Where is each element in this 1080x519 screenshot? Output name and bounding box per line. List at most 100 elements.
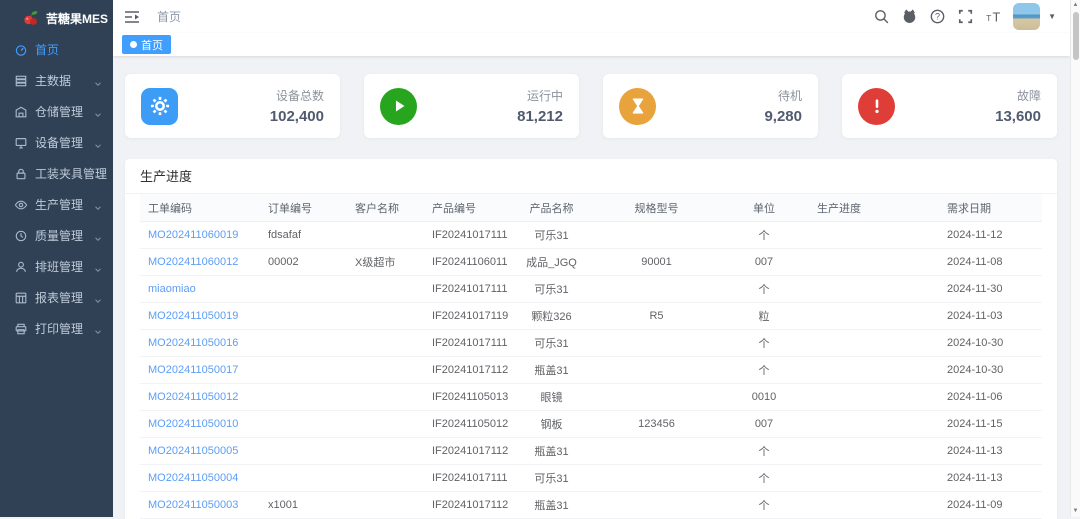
equipment-icon (14, 136, 28, 150)
work-order-link[interactable]: MO202411050010 (140, 418, 260, 430)
question-icon[interactable]: ? (929, 8, 946, 25)
product-name-cell: 瓶盖31 (509, 362, 594, 378)
table-row[interactable]: MO202411050003 x1001 IF20241017112 瓶盖31 … (140, 492, 1042, 519)
app-logo: 苦糖果MES (0, 0, 113, 34)
tag-active-dot (130, 41, 137, 48)
product-code-cell: IF20241017111 (424, 283, 509, 295)
svg-text:T: T (993, 9, 1001, 24)
chevron-down-icon (93, 324, 103, 334)
search-icon[interactable] (873, 8, 890, 25)
chevron-down-icon (93, 107, 103, 117)
table-row[interactable]: MO202411060019 fdsafaf IF20241017111 可乐3… (140, 222, 1042, 249)
customer-cell: X级超市 (347, 254, 424, 270)
progress-cell: 0% (809, 472, 939, 484)
table-row[interactable]: MO202411050016 IF20241017111 可乐31 个 0% 2… (140, 330, 1042, 357)
product-code-cell: IF20241017111 (424, 229, 509, 241)
eye-icon (14, 198, 28, 212)
unit-cell: 粒 (719, 308, 809, 324)
table-row[interactable]: MO202411050004 IF20241017111 可乐31 个 0% 2… (140, 465, 1042, 492)
stat-card[interactable]: 设备总数 102,400 (125, 74, 340, 138)
sidebar-item-scheduling[interactable]: 排班管理 (0, 251, 113, 282)
stat-card[interactable]: 运行中 81,212 (364, 74, 579, 138)
github-icon[interactable] (901, 8, 918, 25)
product-code-cell: IF20241017112 (424, 499, 509, 511)
due-date-cell: 2024-11-03 (939, 310, 1042, 322)
main-area: 首页 ?TT ▼ 首页 设备总数 102,400 运行中 81,212 待 (113, 0, 1070, 517)
tag-home[interactable]: 首页 (122, 35, 171, 54)
column-header: 产品编号 (424, 200, 509, 216)
due-date-cell: 2024-10-30 (939, 364, 1042, 376)
work-order-link[interactable]: MO202411050017 (140, 364, 260, 376)
unit-cell: 个 (719, 443, 809, 459)
sidebar-item-equipment[interactable]: 设备管理 (0, 127, 113, 158)
progress-cell: 0% (809, 256, 939, 268)
sidebar-item-home[interactable]: 首页 (0, 34, 113, 65)
fullscreen-icon[interactable] (957, 8, 974, 25)
top-header: 首页 ? TT ▼ (113, 0, 1070, 33)
scrollbar-thumb[interactable] (1073, 12, 1079, 60)
work-order-link[interactable]: MO202411050003 (140, 499, 260, 511)
spec-cell: R5 (594, 310, 719, 322)
work-order-link[interactable]: MO202411060019 (140, 229, 260, 241)
table-row[interactable]: MO202411050012 IF20241105013 眼镜 0010 0% … (140, 384, 1042, 411)
work-order-link[interactable]: MO202411050004 (140, 472, 260, 484)
due-date-cell: 2024-11-30 (939, 283, 1042, 295)
sidebar-item-production[interactable]: 生产管理 (0, 189, 113, 220)
play-icon (380, 88, 417, 125)
hourglass-icon (619, 88, 656, 125)
product-name-cell: 颗粒326 (509, 308, 594, 324)
stat-value: 13,600 (995, 108, 1041, 125)
breadcrumb: 首页 (157, 8, 181, 25)
chevron-down-icon (93, 76, 103, 86)
sidebar-collapse-icon[interactable] (123, 8, 141, 26)
user-icon (14, 260, 28, 274)
sidebar-item-print[interactable]: 打印管理 (0, 313, 113, 344)
unit-cell: 个 (719, 227, 809, 243)
work-order-link[interactable]: MO202411050019 (140, 310, 260, 322)
table-row[interactable]: miaomiao IF20241017111 可乐31 个 0% 2024-11… (140, 276, 1042, 303)
sidebar-item-fixture[interactable]: 工装夹具管理 (0, 158, 113, 189)
column-header: 产品名称 (509, 200, 594, 216)
sidebar-item-masterdata[interactable]: 主数据 (0, 65, 113, 96)
product-code-cell: IF20241105013 (424, 391, 509, 403)
production-progress-panel: 生产进度 工单编码订单编号客户名称产品编号产品名称规格型号单位生产进度需求日期 … (125, 159, 1057, 519)
sidebar-item-warehouse[interactable]: 仓储管理 (0, 96, 113, 127)
font-size-icon[interactable]: TT (985, 8, 1002, 25)
warehouse-icon (14, 105, 28, 119)
column-header: 客户名称 (347, 200, 424, 216)
stat-card[interactable]: 待机 9,280 (603, 74, 818, 138)
sidebar-item-quality[interactable]: 质量管理 (0, 220, 113, 251)
tags-bar: 首页 (113, 33, 1070, 56)
stat-card[interactable]: 故障 13,600 (842, 74, 1057, 138)
table-row[interactable]: MO202411050010 IF20241105012 钢板 123456 0… (140, 411, 1042, 438)
column-header: 单位 (719, 200, 809, 216)
unit-cell: 007 (719, 418, 809, 430)
chevron-down-icon (93, 262, 103, 272)
sidebar-item-report[interactable]: 报表管理 (0, 282, 113, 313)
progress-cell: 0% (809, 445, 939, 457)
work-order-link[interactable]: miaomiao (140, 283, 260, 295)
scroll-down-icon[interactable]: ▼ (1071, 508, 1080, 514)
user-avatar[interactable] (1013, 3, 1040, 30)
table-row[interactable]: MO202411050005 IF20241017112 瓶盖31 个 0% 2… (140, 438, 1042, 465)
chevron-down-icon (93, 231, 103, 241)
column-header: 规格型号 (594, 200, 719, 216)
scroll-up-icon[interactable]: ▲ (1071, 2, 1080, 8)
svg-text:?: ? (935, 12, 940, 22)
stat-label: 故障 (995, 87, 1041, 104)
product-name-cell: 瓶盖31 (509, 443, 594, 459)
work-order-link[interactable]: MO202411050012 (140, 391, 260, 403)
page-scrollbar[interactable]: ▲ ▼ (1070, 0, 1080, 517)
product-name-cell: 可乐31 (509, 227, 594, 243)
caret-down-icon[interactable]: ▼ (1048, 12, 1056, 21)
table-row[interactable]: MO202411050017 IF20241017112 瓶盖31 个 0% 2… (140, 357, 1042, 384)
table-row[interactable]: MO202411050019 IF20241017119 颗粒326 R5 粒 … (140, 303, 1042, 330)
work-order-link[interactable]: MO202411060012 (140, 256, 260, 268)
work-order-link[interactable]: MO202411050016 (140, 337, 260, 349)
work-order-link[interactable]: MO202411050005 (140, 445, 260, 457)
product-code-cell: IF20241017112 (424, 364, 509, 376)
due-date-cell: 2024-11-13 (939, 445, 1042, 457)
table-row[interactable]: MO202411060012 00002 X级超市 IF20241106011 … (140, 249, 1042, 276)
product-code-cell: IF20241017111 (424, 337, 509, 349)
product-name-cell: 可乐31 (509, 281, 594, 297)
